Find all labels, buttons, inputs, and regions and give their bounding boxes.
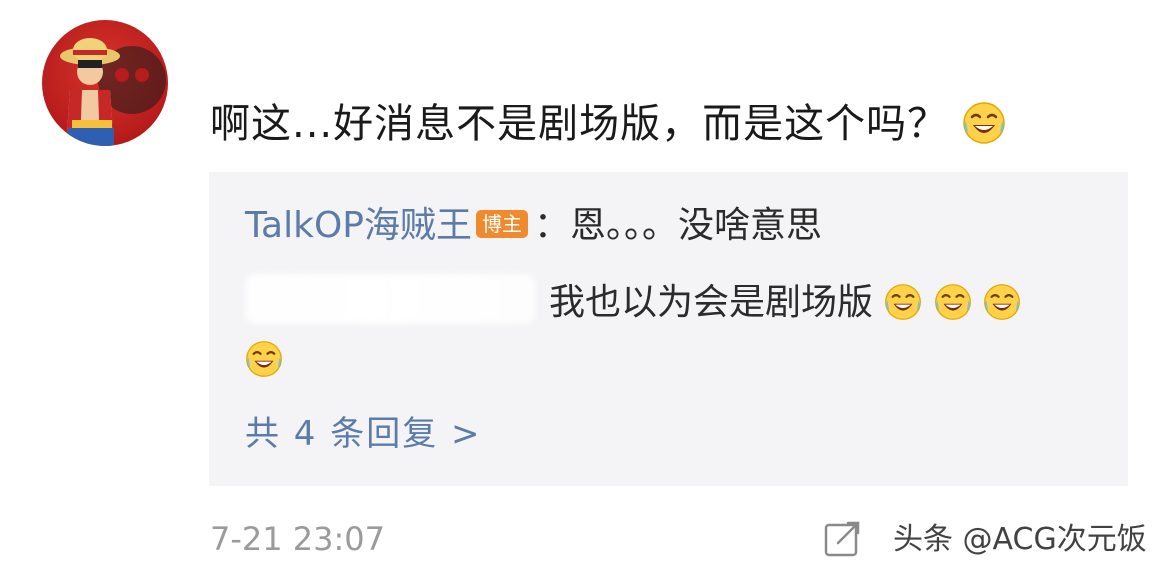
laugh-cry-icon — [934, 283, 972, 321]
reply-second: 我也以为会是剧场版 — [245, 274, 1021, 329]
view-more-replies-link[interactable]: 共 4 条回复 > — [245, 408, 482, 460]
comment-text-line: 啊这...好消息不是剧场版，而是这个吗？ — [210, 96, 1006, 152]
laugh-cry-icon — [245, 340, 283, 378]
second-reply-text: 我也以为会是剧场版 — [549, 282, 874, 323]
laugh-cry-icon — [962, 101, 1006, 145]
reply-author-link[interactable]: TalkOP海贼王 — [245, 205, 472, 246]
avatar[interactable] — [42, 20, 168, 146]
reply-second-continuation — [245, 334, 283, 386]
laugh-cry-icon — [983, 283, 1021, 321]
reply-box[interactable]: TalkOP海贼王 博主 ：恩。。。没啥意思 我也以为会是剧场版 共 4 条回复… — [209, 172, 1128, 486]
avatar-image — [60, 38, 166, 146]
reply-first: TalkOP海贼王 博主 ：恩。。。没啥意思 — [245, 200, 822, 252]
first-reply-text: ：恩。。。没啥意思 — [534, 205, 823, 246]
author-badge: 博主 — [476, 210, 528, 238]
share-icon[interactable] — [822, 519, 864, 561]
watermark: 头条 @ACG次元饭 — [893, 522, 1147, 557]
comment-timestamp: 7-21 23:07 — [210, 520, 386, 558]
blurred-username — [245, 274, 535, 324]
laugh-cry-icon — [884, 283, 922, 321]
comment-text: 啊这...好消息不是剧场版，而是这个吗？ — [210, 101, 949, 147]
